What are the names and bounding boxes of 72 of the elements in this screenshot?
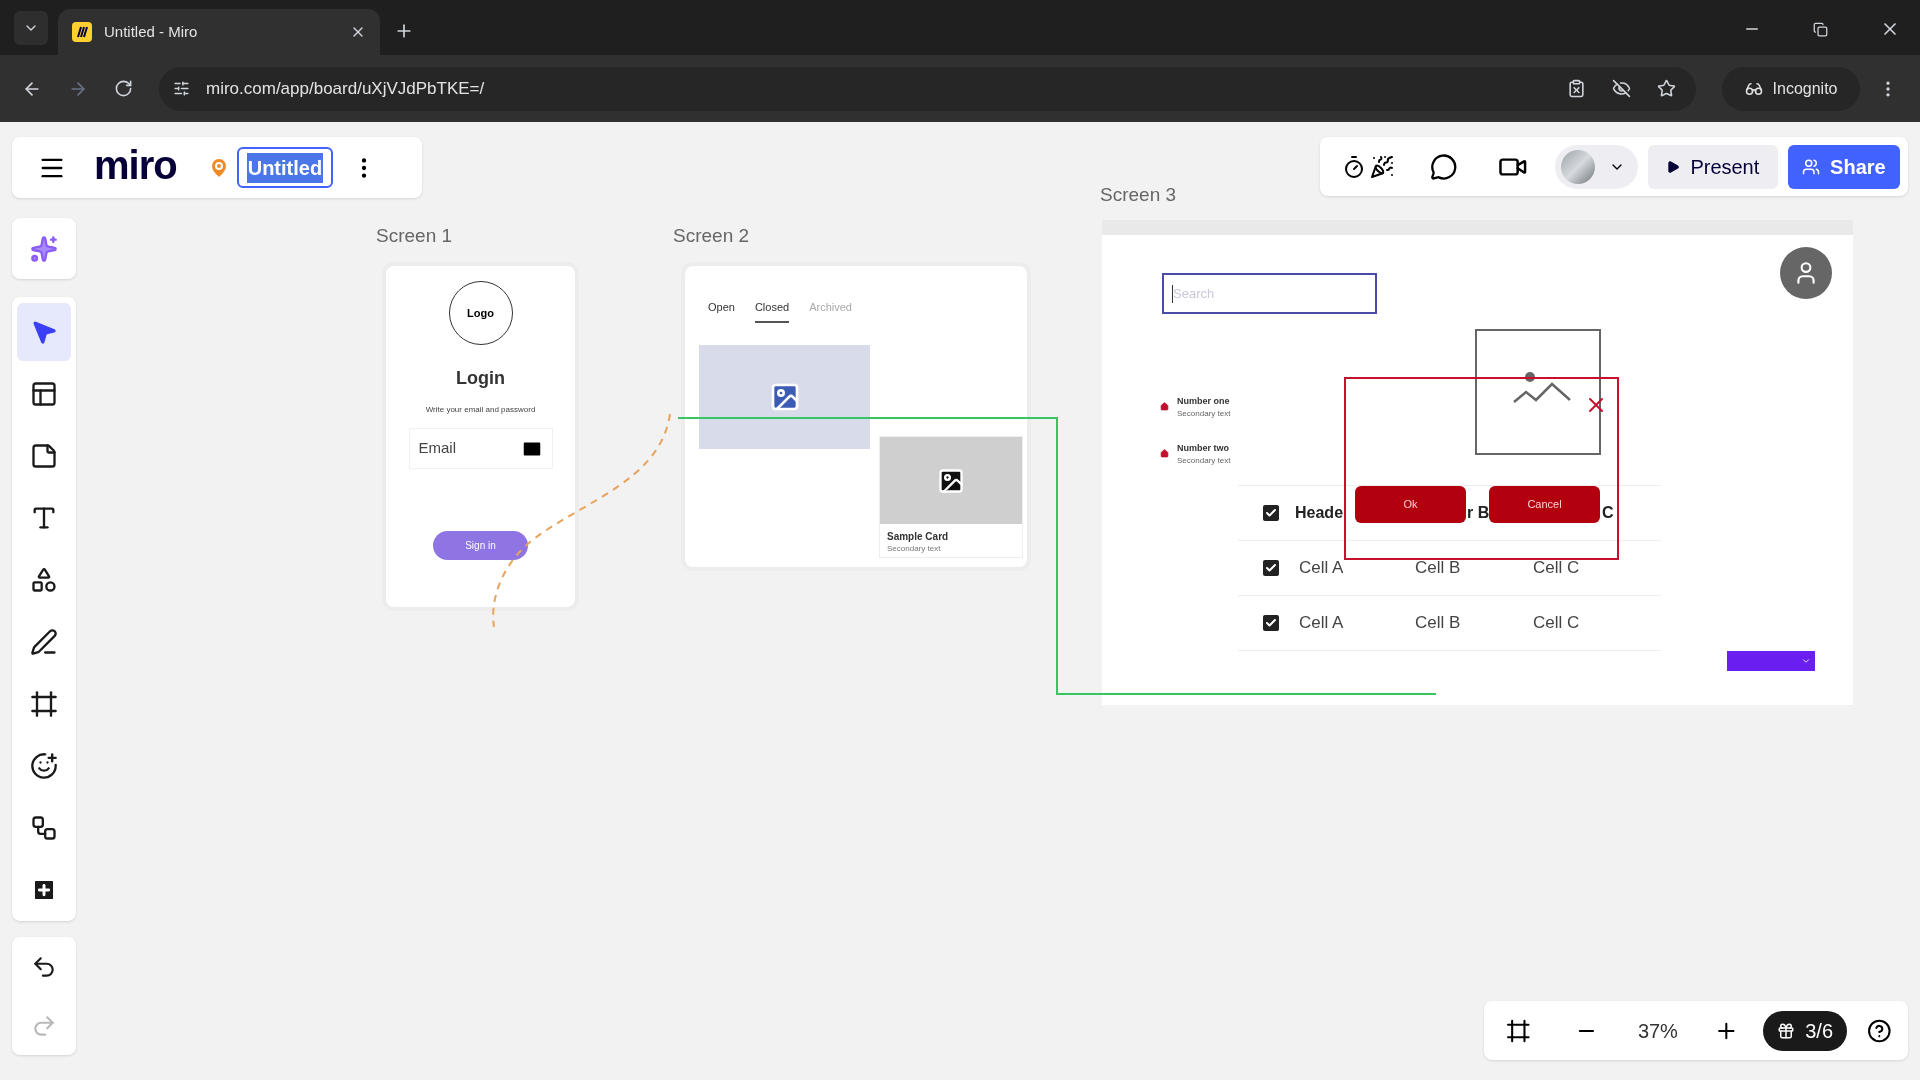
login-subtitle: Write your email and password (425, 404, 536, 416)
checkbox[interactable] (1263, 615, 1279, 631)
miro-logo[interactable]: miro (94, 144, 177, 185)
check-icon (1265, 507, 1277, 519)
zoom-level[interactable]: 37% (1631, 1015, 1685, 1046)
chevron-down-icon (1801, 656, 1811, 666)
shapes-icon (30, 566, 58, 594)
list-subtitle: Secondary text (1177, 455, 1231, 465)
gift-button[interactable]: 3/6 (1762, 1010, 1848, 1051)
image-icon (937, 466, 965, 495)
present-button[interactable]: Present (1647, 144, 1778, 189)
table-cell-text: Cell A (1299, 612, 1345, 635)
url-text: miro.com/app/board/uXjVJdPbTKE=/ (206, 77, 486, 100)
avatar (1561, 149, 1596, 184)
site-info-icon[interactable] (173, 80, 190, 97)
list-title: Number two (1177, 442, 1230, 455)
frame-label[interactable]: Screen 2 (673, 222, 750, 251)
sparkles-icon[interactable] (30, 234, 58, 263)
column-header: r B (1467, 503, 1490, 523)
table-cell-text: Cell C (1533, 557, 1581, 580)
checkbox[interactable] (1263, 560, 1279, 576)
tab[interactable]: Closed (754, 299, 790, 323)
board-logo-icon (72, 22, 92, 42)
restore-icon[interactable] (1813, 21, 1828, 37)
table-cell-text: Cell C (1533, 612, 1581, 635)
star-icon[interactable] (1657, 79, 1676, 98)
tab-title: Untitled - Miro (104, 21, 199, 42)
chat-icon[interactable] (1430, 152, 1458, 181)
diagram-icon (30, 814, 58, 842)
dialog-button[interactable]: Ok (1355, 486, 1466, 523)
address-bar[interactable]: miro.com/app/board/uXjVJdPbTKE=/ (159, 66, 1696, 111)
gift-icon (1777, 1021, 1796, 1040)
play-icon (1666, 159, 1681, 174)
layout-icon (30, 380, 58, 408)
list-title: Number one (1177, 395, 1231, 408)
frame-label[interactable]: Screen 1 (376, 222, 453, 251)
board-title-field[interactable]: Untitled (236, 147, 334, 188)
eye-off-icon[interactable] (1612, 79, 1631, 98)
sign-in-button[interactable]: Sign in (433, 531, 528, 560)
table-cell-text: Cell A (1299, 557, 1345, 580)
incognito-chip[interactable]: Incognito (1722, 66, 1860, 111)
column-header: Heade (1295, 503, 1344, 523)
check-icon (1265, 617, 1277, 629)
column-header: C (1602, 503, 1614, 523)
email-field[interactable]: Email (408, 428, 553, 469)
card-subtitle: Secondary text (887, 544, 942, 553)
pen-icon (30, 628, 58, 656)
mountain-icon (1512, 372, 1572, 406)
reload-icon[interactable] (114, 79, 133, 98)
list-subtitle: Secondary text (1177, 408, 1231, 418)
share-button[interactable]: Share (1787, 144, 1900, 189)
home-icon (1160, 448, 1169, 458)
home-icon (1160, 401, 1169, 411)
wireframe-frame[interactable]: Logo Login Write your email and password Email Sign in (382, 262, 579, 611)
sticker-icon (30, 752, 58, 780)
checkbox[interactable] (1263, 505, 1279, 521)
card-title: Sample Card (887, 530, 950, 544)
check-icon (1265, 562, 1277, 574)
browser-tab[interactable]: Untitled - Miro (58, 9, 380, 55)
clipboard-icon[interactable] (1567, 79, 1586, 98)
table-cell-text: Cell B (1415, 557, 1462, 580)
frame-label[interactable]: Screen 3 (1100, 181, 1177, 210)
sticky-note-icon (30, 442, 58, 470)
login-heading: Login (456, 367, 505, 390)
tab-list-button[interactable] (14, 11, 48, 45)
dialog-button[interactable]: Cancel (1489, 486, 1600, 523)
user-menu[interactable] (1555, 144, 1638, 189)
table-cell-text: Cell B (1415, 612, 1462, 635)
people-icon (1802, 157, 1821, 176)
frame-icon (30, 690, 58, 718)
logo-text: Logo (467, 305, 494, 321)
tab[interactable]: Open (708, 299, 735, 323)
